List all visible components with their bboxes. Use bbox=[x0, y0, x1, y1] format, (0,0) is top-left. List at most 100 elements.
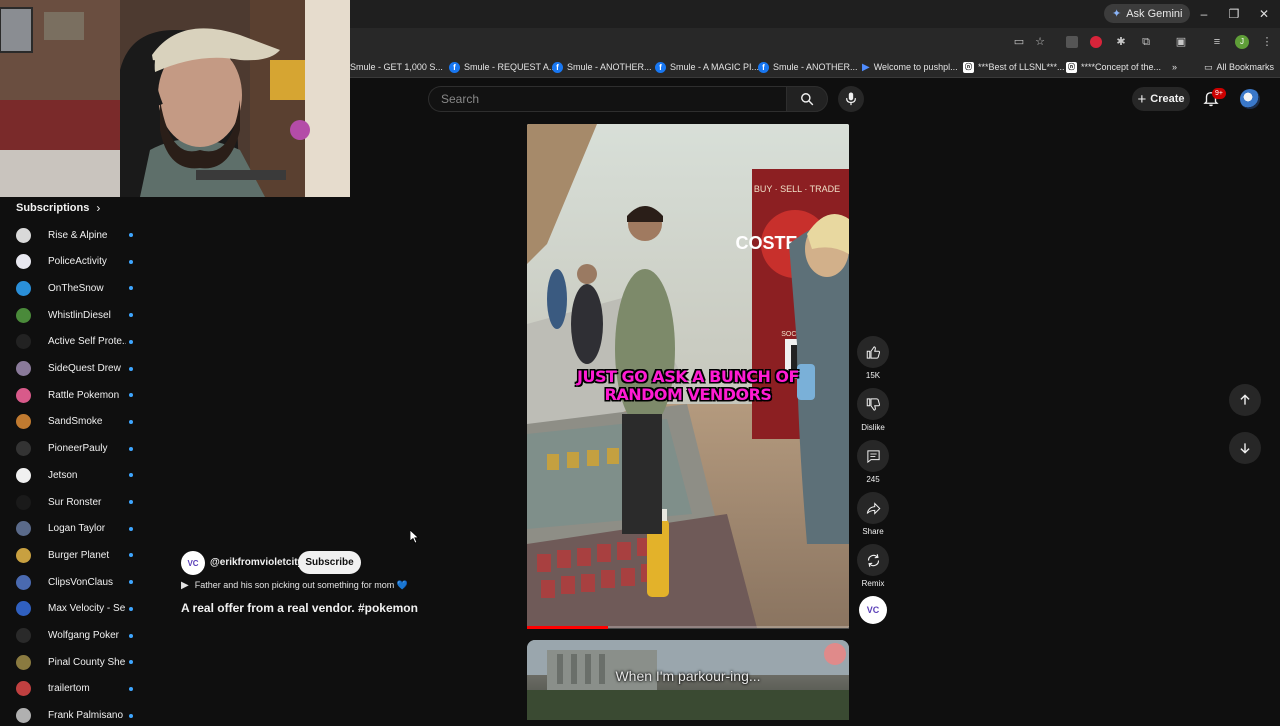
subscription-item[interactable]: SandSmoke bbox=[16, 412, 136, 432]
channel-handle[interactable]: @erikfromvioletcity bbox=[210, 557, 303, 568]
search-button[interactable] bbox=[786, 86, 828, 112]
next-short-button[interactable] bbox=[1229, 432, 1261, 464]
thumbs-down-icon bbox=[866, 397, 880, 411]
extension-red-icon[interactable] bbox=[1090, 36, 1102, 48]
close-window-button[interactable]: ✕ bbox=[1254, 5, 1274, 23]
subscription-item[interactable]: Jetson bbox=[16, 465, 136, 485]
profile-avatar[interactable]: J bbox=[1235, 35, 1249, 49]
comments-action[interactable]: 245 bbox=[857, 440, 889, 484]
subscription-avatar bbox=[16, 280, 31, 296]
install-app-icon[interactable]: ▭ bbox=[1011, 34, 1027, 50]
tab-search-icon[interactable]: ≡ bbox=[1209, 34, 1225, 50]
subscription-item[interactable]: SideQuest Drew bbox=[16, 359, 136, 379]
voice-search-button[interactable] bbox=[838, 86, 864, 112]
subscription-avatar bbox=[16, 467, 31, 483]
like-action[interactable]: 15K bbox=[857, 336, 889, 380]
bookmark-item[interactable]: f Smule - REQUEST A... bbox=[449, 60, 556, 74]
subscription-item[interactable]: WhistlinDiesel bbox=[16, 305, 136, 325]
dislike-action[interactable]: Dislike bbox=[857, 388, 889, 432]
bookmarks-overflow-icon[interactable]: » bbox=[1172, 60, 1177, 74]
subscriptions-heading[interactable]: Subscriptions › bbox=[16, 201, 100, 215]
ask-gemini-button[interactable]: ✦ Ask Gemini bbox=[1104, 4, 1191, 23]
subscribe-button[interactable]: Subscribe bbox=[298, 551, 361, 574]
subscription-item[interactable]: Pinal County She... bbox=[16, 652, 136, 672]
subscription-item[interactable]: PoliceActivity bbox=[16, 252, 136, 272]
new-content-dot bbox=[129, 259, 133, 264]
channel-avatar[interactable]: VC bbox=[181, 551, 205, 575]
subscription-name: PioneerPauly bbox=[48, 443, 108, 455]
video-caption-overlay: JUST GO ASK A BUNCH OF RANDOM VENDORS bbox=[560, 368, 816, 404]
dislike-button[interactable] bbox=[857, 388, 889, 420]
bookmark-label: ***Best of LLSNL***... bbox=[978, 62, 1065, 72]
subscription-item[interactable]: Active Self Prote... bbox=[16, 332, 136, 352]
arrow-down-icon bbox=[1240, 443, 1250, 454]
new-content-dot bbox=[129, 526, 133, 531]
new-content-dot bbox=[129, 553, 133, 558]
play-triangle-icon: ▶ bbox=[181, 580, 189, 591]
subscription-item[interactable]: Frank Palmisano bbox=[16, 706, 136, 726]
subscription-item[interactable]: Rattle Pokemon bbox=[16, 385, 136, 405]
facebook-icon: f bbox=[552, 61, 563, 73]
audio-track[interactable]: ▶ Father and his son picking out somethi… bbox=[181, 580, 408, 591]
subscription-item[interactable]: trailertom bbox=[16, 679, 136, 699]
all-bookmarks-folder[interactable]: ▭ All Bookmarks bbox=[1204, 60, 1274, 74]
bookmark-item[interactable]: ▶ Welcome to pushpl... bbox=[862, 60, 958, 74]
subscription-avatar bbox=[16, 574, 31, 590]
like-button[interactable] bbox=[857, 336, 889, 368]
share-action[interactable]: Share bbox=[857, 492, 889, 536]
share-button[interactable] bbox=[857, 492, 889, 524]
remix-action[interactable]: Remix bbox=[857, 544, 889, 588]
bookmark-item[interactable]: ⓝ ***Best of LLSNL***... bbox=[963, 60, 1065, 74]
subscription-avatar bbox=[16, 361, 31, 376]
comment-count: 245 bbox=[866, 475, 880, 484]
ask-gemini-label: Ask Gemini bbox=[1126, 7, 1183, 20]
subscription-item[interactable]: PioneerPauly bbox=[16, 439, 136, 459]
subscription-item[interactable]: OnTheSnow bbox=[16, 278, 136, 298]
channel-logo-disc[interactable]: VC bbox=[859, 596, 887, 624]
bookmark-item[interactable]: f Smule - ANOTHER... bbox=[758, 60, 858, 74]
bookmark-label: Smule - A MAGIC PI... bbox=[670, 62, 760, 72]
subscription-item[interactable]: Sur Ronster bbox=[16, 492, 136, 512]
bookmark-item[interactable]: f Smule - ANOTHER... bbox=[552, 60, 652, 74]
share-label: Share bbox=[862, 527, 884, 536]
subscription-avatar bbox=[16, 547, 31, 563]
subscription-avatar bbox=[16, 307, 31, 323]
new-content-dot bbox=[129, 446, 133, 451]
new-content-dot bbox=[129, 339, 133, 344]
browser-menu-icon[interactable]: ⋮ bbox=[1259, 34, 1275, 50]
subscription-item[interactable]: Burger Planet bbox=[16, 545, 136, 565]
bookmark-item[interactable]: Smule - GET 1,000 S... bbox=[350, 60, 443, 74]
subscription-name: Sur Ronster bbox=[48, 496, 102, 508]
new-content-dot bbox=[129, 500, 133, 504]
extension-gear-icon[interactable]: ✱ bbox=[1113, 34, 1129, 50]
subscription-item[interactable]: Rise & Alpine bbox=[16, 225, 136, 245]
bookmark-star-icon[interactable]: ☆ bbox=[1032, 34, 1048, 50]
subscription-item[interactable]: Logan Taylor bbox=[16, 519, 136, 539]
plus-icon: + bbox=[1137, 90, 1147, 108]
restore-window-button[interactable]: ❐ bbox=[1224, 5, 1244, 23]
subscription-name: Wolfgang Poker bbox=[48, 630, 119, 641]
bookmark-item[interactable]: ⓝ ****Concept of the... bbox=[1066, 60, 1161, 74]
extensions-puzzle-icon[interactable]: ⧉ bbox=[1138, 34, 1154, 50]
subscription-name: Burger Planet bbox=[48, 549, 110, 561]
new-content-dot bbox=[129, 313, 133, 318]
comments-button[interactable] bbox=[857, 440, 889, 472]
subscription-item[interactable]: Wolfgang Poker bbox=[16, 626, 136, 646]
bookmark-label: Smule - REQUEST A... bbox=[464, 62, 557, 72]
chevron-right-icon: › bbox=[96, 201, 101, 215]
subscription-avatar bbox=[16, 227, 31, 243]
remix-button[interactable] bbox=[857, 544, 889, 576]
search-input[interactable]: Search bbox=[428, 86, 786, 112]
minimize-window-button[interactable]: – bbox=[1194, 5, 1214, 23]
new-content-dot bbox=[129, 713, 133, 718]
create-button[interactable]: + Create bbox=[1132, 87, 1190, 111]
cast-icon[interactable]: ▣ bbox=[1173, 34, 1189, 50]
webcam-overlay bbox=[0, 0, 350, 197]
subscription-item[interactable]: Max Velocity - Se... bbox=[16, 599, 136, 619]
subscription-item[interactable]: ClipsVonClaus bbox=[16, 572, 136, 592]
account-avatar[interactable] bbox=[1240, 89, 1260, 109]
previous-short-button[interactable] bbox=[1229, 384, 1261, 416]
bookmark-item[interactable]: f Smule - A MAGIC PI... bbox=[655, 60, 759, 74]
subscription-avatar bbox=[16, 521, 31, 537]
extension-icon[interactable] bbox=[1066, 36, 1078, 48]
